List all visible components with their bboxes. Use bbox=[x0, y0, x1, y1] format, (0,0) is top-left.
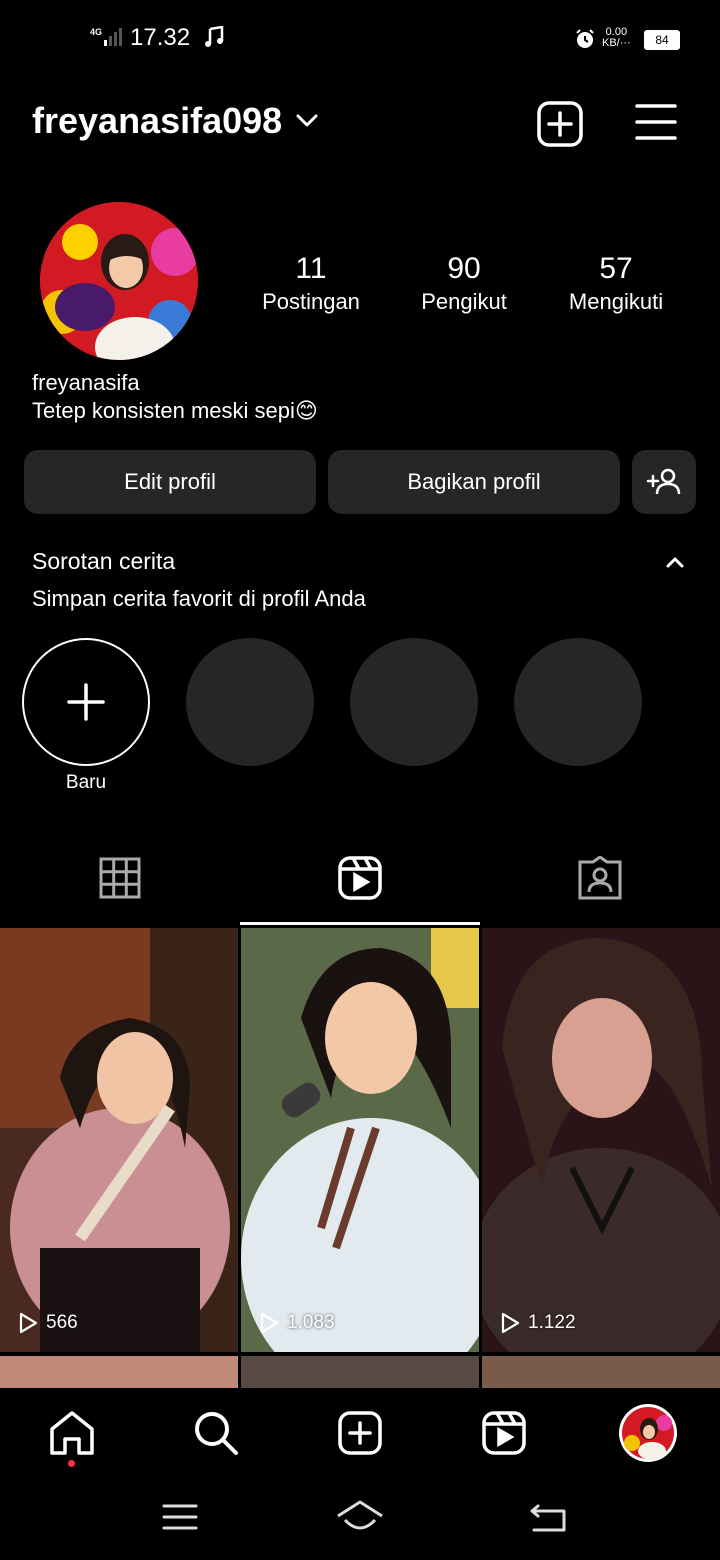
reels-icon bbox=[337, 855, 383, 901]
battery-indicator: 84 bbox=[644, 30, 680, 50]
profile-avatar[interactable] bbox=[40, 202, 198, 360]
net-speed: 0.00 KB/··· bbox=[602, 26, 631, 49]
tab-tagged[interactable] bbox=[480, 830, 720, 926]
home-system-icon[interactable] bbox=[336, 1500, 384, 1534]
status-bar: 4G 17.32 0.00 KB/··· 84 bbox=[0, 0, 720, 80]
reel-views: 1.122 bbox=[500, 1312, 576, 1334]
stat-following[interactable]: 57 Mengikuti bbox=[541, 252, 691, 318]
highlight-placeholder bbox=[186, 638, 314, 766]
display-name: freyanasifa bbox=[32, 370, 140, 395]
recent-apps-icon[interactable] bbox=[162, 1502, 198, 1532]
new-highlight-label: Baru bbox=[65, 772, 107, 793]
chevron-up-icon[interactable] bbox=[664, 552, 686, 572]
highlights-subtitle: Simpan cerita favorit di profil Anda bbox=[32, 586, 366, 611]
search-icon bbox=[192, 1409, 240, 1457]
new-post-icon[interactable] bbox=[536, 100, 584, 148]
grid-icon bbox=[99, 857, 141, 899]
system-navigation bbox=[0, 1478, 720, 1560]
active-tab-indicator bbox=[240, 922, 480, 925]
tagged-icon bbox=[577, 856, 623, 900]
reel-views: 566 bbox=[18, 1312, 78, 1334]
highlights-title: Sorotan cerita bbox=[32, 548, 176, 574]
stat-followers[interactable]: 90 Pengikut bbox=[389, 252, 539, 318]
alarm-icon bbox=[574, 28, 596, 50]
back-icon[interactable] bbox=[528, 1502, 568, 1534]
play-icon bbox=[18, 1312, 38, 1334]
add-person-icon bbox=[646, 467, 682, 497]
network-signal-icon: 4G bbox=[90, 26, 126, 48]
svg-text:4G: 4G bbox=[90, 27, 102, 37]
music-note-icon bbox=[204, 26, 224, 48]
username-title: freyanasifa098 bbox=[32, 100, 283, 141]
bottom-navigation bbox=[0, 1388, 720, 1478]
bio-text: Tetep konsisten meski sepi😊 bbox=[32, 398, 318, 423]
highlight-placeholder bbox=[514, 638, 642, 766]
account-switcher[interactable]: freyanasifa098 bbox=[32, 100, 318, 142]
stat-posts[interactable]: 11 Postingan bbox=[236, 252, 386, 318]
play-icon bbox=[500, 1312, 520, 1334]
home-icon bbox=[48, 1409, 96, 1457]
notification-dot bbox=[68, 1460, 75, 1467]
share-profile-button[interactable]: Bagikan profil bbox=[328, 450, 620, 514]
profile-avatar bbox=[618, 1403, 678, 1463]
add-person-button[interactable] bbox=[632, 450, 696, 514]
reels-nav-icon bbox=[481, 1410, 527, 1456]
tab-grid[interactable] bbox=[0, 830, 240, 926]
tab-reels[interactable] bbox=[240, 830, 480, 926]
highlight-placeholder bbox=[350, 638, 478, 766]
chevron-down-icon bbox=[296, 114, 318, 128]
reel-thumbnail[interactable]: 1.122 bbox=[482, 928, 720, 1352]
nav-create[interactable] bbox=[310, 1388, 410, 1478]
plus-icon bbox=[66, 682, 106, 722]
nav-reels[interactable] bbox=[454, 1388, 554, 1478]
nav-profile[interactable] bbox=[598, 1388, 698, 1478]
reel-thumbnail[interactable]: 1.083 bbox=[241, 928, 479, 1352]
reel-views: 1.083 bbox=[259, 1312, 335, 1334]
edit-profile-button[interactable]: Edit profil bbox=[24, 450, 316, 514]
nav-search[interactable] bbox=[166, 1388, 266, 1478]
play-icon bbox=[259, 1312, 279, 1334]
reel-thumbnail[interactable]: 566 bbox=[0, 928, 238, 1352]
profile-tabs bbox=[0, 830, 720, 926]
new-highlight-button[interactable] bbox=[22, 638, 150, 766]
clock: 17.32 bbox=[130, 24, 191, 51]
menu-icon[interactable] bbox=[634, 100, 678, 144]
create-icon bbox=[337, 1410, 383, 1456]
